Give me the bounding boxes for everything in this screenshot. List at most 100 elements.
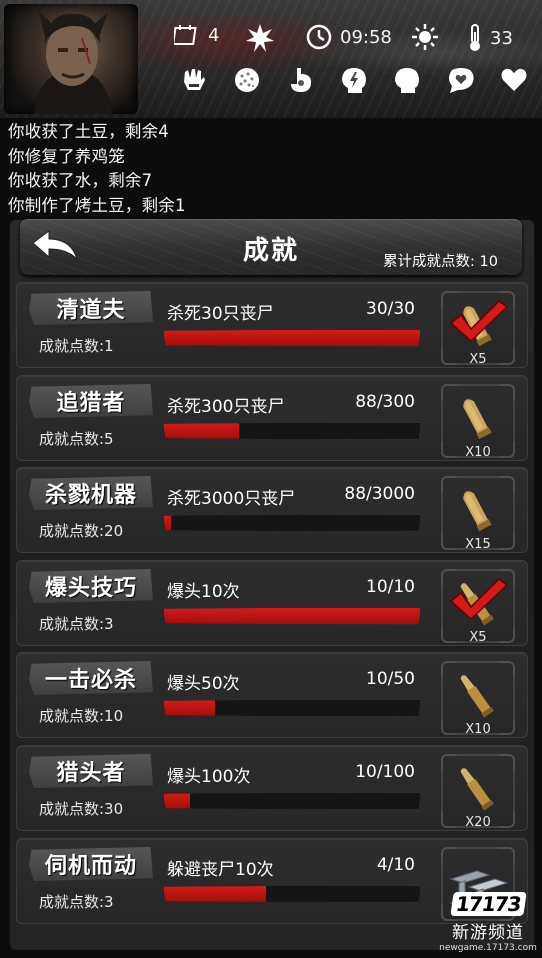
achievement-card[interactable]: 清道夫 成就点数:1 杀死30只丧尸 30/30 X5: [16, 282, 528, 368]
progress-bar-fill: [164, 423, 239, 439]
achievement-card[interactable]: 杀戮机器 成就点数:20 杀死3000只丧尸 88/3000 X15: [16, 467, 528, 553]
achievement-progress-text: 10/50: [366, 669, 415, 689]
rifle-bullet-icon: [459, 671, 495, 727]
total-achievement-points: 累计成就点数: 10: [383, 254, 498, 270]
heart-icon[interactable]: [498, 64, 530, 96]
rifle-bullet-icon: [459, 764, 495, 820]
progress-bar-fill: [164, 886, 267, 902]
log-line: 你收获了土豆，剩余4: [8, 122, 169, 141]
reward-slot[interactable]: X20: [441, 754, 515, 830]
achievement-name-plate: 猎头者: [29, 754, 153, 788]
starburst-icon: [246, 24, 274, 52]
achievement-progress-bar: [163, 885, 421, 903]
lightning-head-icon[interactable]: [338, 64, 370, 96]
achievement-name: 清道夫: [56, 298, 126, 323]
achievement-progress-text: 10/100: [355, 762, 415, 782]
achievement-progress-bar: [163, 792, 421, 810]
achievement-goal: 爆头100次: [167, 767, 251, 787]
reward-slot[interactable]: X10: [441, 661, 515, 737]
achievement-name: 伺机而动: [44, 854, 137, 879]
achievement-card[interactable]: 爆头技巧 成就点数:3 爆头10次 10/10 X5: [16, 560, 528, 646]
stomach-icon[interactable]: [285, 64, 317, 96]
survivor-portrait[interactable]: [4, 4, 138, 114]
bullet-icon: [459, 394, 495, 450]
progress-bar-fill: [164, 515, 172, 531]
achievement-points: 成就点数:20: [39, 522, 124, 540]
condition-icons: [178, 64, 530, 96]
day-counter: 4: [174, 24, 219, 46]
reward-quantity: X20: [465, 815, 491, 830]
achievement-progress-text: 88/3000: [344, 484, 415, 504]
achievement-name: 猎头者: [56, 761, 126, 786]
achievement-progress-text: 4/10: [376, 855, 415, 875]
reward-slot[interactable]: X5: [441, 569, 515, 645]
watermark-url: newgame.17173.com: [439, 943, 537, 953]
achievement-goal: 杀死3000只丧尸: [167, 489, 296, 509]
achievement-card[interactable]: 一击必杀 成就点数:10 爆头50次 10/50 X10: [16, 652, 528, 738]
achievement-progress-bar: [163, 514, 421, 532]
reward-slot[interactable]: X5: [441, 291, 515, 367]
checkmark-icon: [449, 577, 509, 625]
achievement-points: 成就点数:30: [39, 800, 124, 818]
achievement-name: 杀戮机器: [44, 483, 137, 508]
achievement-card[interactable]: 猎头者 成就点数:30 爆头100次 10/100 X20: [16, 745, 528, 831]
achievement-points: 成就点数:3: [39, 615, 114, 633]
sun-icon: [412, 24, 438, 50]
achievement-progress-bar: [163, 329, 421, 347]
reward-slot[interactable]: X10: [441, 384, 515, 460]
time-display: 09:58: [340, 26, 392, 48]
reward-quantity: X10: [465, 722, 491, 737]
calendar-icon: [174, 25, 197, 45]
achievement-progress-text: 88/300: [355, 392, 415, 412]
site-watermark: 17173 新游频道 newgame.17173.com: [438, 892, 538, 956]
achievement-progress-bar: [163, 699, 421, 717]
head-icon[interactable]: [391, 64, 423, 96]
achievement-name-plate: 清道夫: [29, 291, 153, 325]
weather-status: [246, 24, 274, 52]
achievement-name-plate: 追猎者: [29, 384, 153, 418]
progress-bar-fill: [164, 793, 190, 809]
thermometer-icon: [470, 24, 480, 51]
clock-icon: [306, 24, 332, 50]
achievement-goal: 爆头10次: [167, 582, 240, 602]
achievement-goal: 杀死300只丧尸: [167, 397, 285, 417]
sun-status: [412, 24, 438, 50]
achievement-card[interactable]: 追猎者 成就点数:5 杀死300只丧尸 88/300 X10: [16, 375, 528, 461]
fist-icon[interactable]: [178, 64, 210, 96]
temperature-value: 33: [490, 27, 513, 49]
clock: 09:58: [306, 24, 392, 50]
achievement-name: 爆头技巧: [44, 576, 137, 601]
achievement-goal: 杀死30只丧尸: [167, 304, 274, 324]
reward-quantity: X5: [469, 352, 487, 367]
achievement-points: 成就点数:5: [39, 430, 114, 448]
log-line: 你收获了水，剩余7: [8, 171, 153, 190]
achievement-goal: 躲避丧尸10次: [167, 860, 274, 880]
log-line: 你制作了烤土豆，剩余1: [8, 195, 186, 215]
watermark-subtitle: 新游频道: [452, 923, 524, 943]
watermark-logo: 17173: [450, 892, 526, 916]
log-line: 你修复了养鸡笼: [8, 146, 125, 166]
progress-bar-fill: [164, 330, 420, 346]
reward-quantity: X10: [465, 445, 491, 460]
heart-bubble-icon[interactable]: [445, 64, 477, 96]
progress-bar-fill: [164, 608, 420, 624]
achievement-progress-bar: [163, 607, 421, 625]
survivor-face-icon: [34, 10, 112, 114]
achievement-points: 成就点数:10: [39, 707, 124, 725]
reward-quantity: X15: [465, 537, 491, 552]
achievement-progress-text: 10/10: [366, 577, 415, 597]
temperature: 33: [468, 24, 513, 52]
day-count: 4: [208, 24, 220, 46]
brain-icon[interactable]: [231, 64, 263, 96]
achievement-points: 成就点数:3: [39, 893, 114, 911]
achievement-goal: 爆头50次: [167, 674, 240, 694]
achievement-name: 追猎者: [56, 391, 126, 416]
event-log: 你收获了土豆，剩余4 你修复了养鸡笼 你收获了水，剩余7 你制作了烤土豆，剩余1: [8, 120, 186, 218]
top-hud: 4 09:58 33: [0, 0, 542, 118]
achievement-name-plate: 爆头技巧: [29, 569, 153, 603]
checkmark-icon: [449, 299, 509, 347]
achievement-name-plate: 伺机而动: [29, 847, 153, 881]
progress-bar-fill: [164, 700, 216, 716]
reward-slot[interactable]: X15: [441, 476, 515, 552]
achievement-progress-bar: [163, 422, 421, 440]
